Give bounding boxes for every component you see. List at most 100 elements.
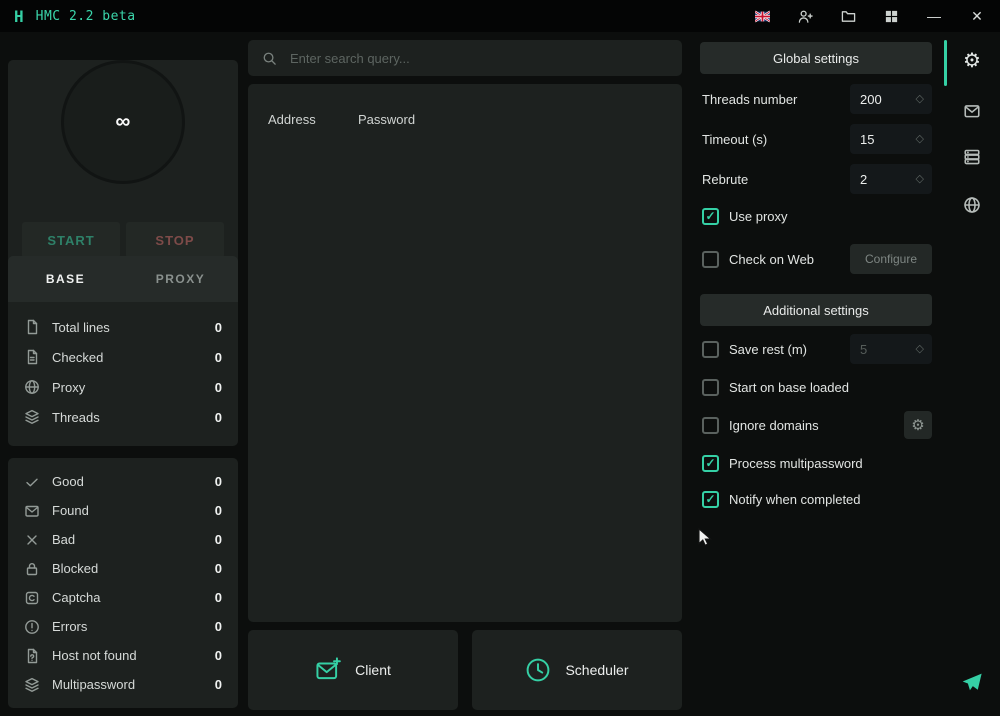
error-icon [24,619,40,635]
stat-label: Checked [52,350,203,365]
nav-mail-icon[interactable] [956,95,988,127]
stat-label: Threads [52,410,203,425]
ignore-domains-gear-icon[interactable]: ⚙ [904,411,932,439]
mail-icon [963,102,981,120]
stat-value: 0 [215,677,222,692]
add-user-icon[interactable] [796,7,814,25]
envelope-icon [24,503,40,519]
stat-value: 0 [215,380,222,395]
search-icon [262,51,277,66]
nav-rail: ⚙ [944,32,1000,716]
configure-button[interactable]: Configure [850,244,932,274]
rebrute-value: 2 [860,172,916,187]
results-stats-list: Good 0 Found 0 Bad 0 Blocked 0 Captcha [8,458,238,708]
stat-value: 0 [215,648,222,663]
stat-value: 0 [215,561,222,576]
language-flag-icon[interactable] [753,7,771,25]
stat-label: Errors [52,619,203,634]
center-column: Address Password Client Scheduler [248,40,682,710]
spinner-icon[interactable]: ◇ [916,94,924,105]
notify-completed-row: Notify when completed [702,484,932,514]
stat-label: Bad [52,532,203,547]
minimize-button[interactable]: — [925,7,943,25]
captcha-icon [24,590,40,606]
stat-row-multipassword: Multipassword 0 [24,670,222,699]
ignore-domains-checkbox[interactable] [702,417,719,434]
windows-icon[interactable] [882,7,900,25]
folder-icon[interactable] [839,7,857,25]
stat-value: 0 [215,532,222,547]
stat-row-good: Good 0 [24,467,222,496]
progress-ring: ∞ [61,60,185,184]
spinner-icon[interactable]: ◇ [916,344,924,355]
start-on-base-checkbox[interactable] [702,379,719,396]
timeout-input[interactable]: 15 ◇ [850,124,932,154]
save-rest-checkbox[interactable] [702,341,719,358]
spinner-icon[interactable]: ◇ [916,174,924,185]
stat-label: Host not found [52,648,203,663]
tab-proxy[interactable]: PROXY [123,256,238,302]
scheduler-button[interactable]: Scheduler [472,630,682,710]
global-settings-header: Global settings [700,42,932,74]
timeout-label: Timeout (s) [702,132,850,147]
stat-row-blocked: Blocked 0 [24,554,222,583]
globe-icon [963,196,981,214]
nav-database-icon[interactable] [956,141,988,173]
bottom-buttons: Client Scheduler [248,630,682,710]
stat-label: Captcha [52,590,203,605]
run-buttons: START STOP [22,222,224,258]
start-on-base-label: Start on base loaded [729,380,932,395]
notify-completed-checkbox[interactable] [702,491,719,508]
global-settings-title: Global settings [773,51,859,66]
tab-base[interactable]: BASE [8,256,123,302]
stat-row-captcha: Captcha 0 [24,583,222,612]
threads-number-label: Threads number [702,92,850,107]
globe-icon [24,379,40,395]
threads-number-row: Threads number 200 ◇ [702,84,932,114]
rebrute-input[interactable]: 2 ◇ [850,164,932,194]
timeout-row: Timeout (s) 15 ◇ [702,124,932,154]
file-lines-icon [24,349,40,365]
use-proxy-checkbox[interactable] [702,208,719,225]
x-icon [24,532,40,548]
stat-row-found: Found 0 [24,496,222,525]
results-panel: Good 0 Found 0 Bad 0 Blocked 0 Captcha [8,458,238,708]
check-on-web-checkbox[interactable] [702,251,719,268]
start-button[interactable]: START [22,222,120,258]
stat-value: 0 [215,320,222,335]
timeout-value: 15 [860,132,916,147]
client-button[interactable]: Client [248,630,458,710]
table-header: Address Password [248,84,682,139]
stat-value: 0 [215,474,222,489]
threads-number-value: 200 [860,92,916,107]
check-on-web-row: Check on Web Configure [702,244,932,274]
stat-row-total-lines: Total lines 0 [24,312,222,342]
search-input[interactable] [288,50,668,67]
use-proxy-row: Use proxy [702,201,932,231]
paper-plane-icon [961,672,983,694]
column-header-address: Address [268,112,358,127]
process-multipassword-checkbox[interactable] [702,455,719,472]
stat-row-checked: Checked 0 [24,342,222,372]
multipassword-icon [24,677,40,693]
nav-settings-gear-icon[interactable]: ⚙ [956,45,988,77]
telegram-icon[interactable] [956,667,988,699]
process-multipassword-row: Process multipassword [702,448,932,478]
layers-icon [24,409,40,425]
notify-completed-label: Notify when completed [729,492,932,507]
ignore-domains-row: Ignore domains ⚙ [702,410,932,440]
settings-column: Global settings Threads number 200 ◇ Tim… [692,40,940,708]
stat-value: 0 [215,503,222,518]
stop-button[interactable]: STOP [126,222,224,258]
stat-label: Blocked [52,561,203,576]
stat-row-host-not-found: Host not found 0 [24,641,222,670]
spinner-icon[interactable]: ◇ [916,134,924,145]
threads-number-input[interactable]: 200 ◇ [850,84,932,114]
infinity-symbol: ∞ [116,110,131,134]
save-rest-input[interactable]: 5 ◇ [850,334,932,364]
nav-web-icon[interactable] [956,189,988,221]
save-rest-label: Save rest (m) [729,342,840,357]
stat-label: Multipassword [52,677,203,692]
close-button[interactable]: ✕ [968,7,986,25]
rebrute-label: Rebrute [702,172,850,187]
